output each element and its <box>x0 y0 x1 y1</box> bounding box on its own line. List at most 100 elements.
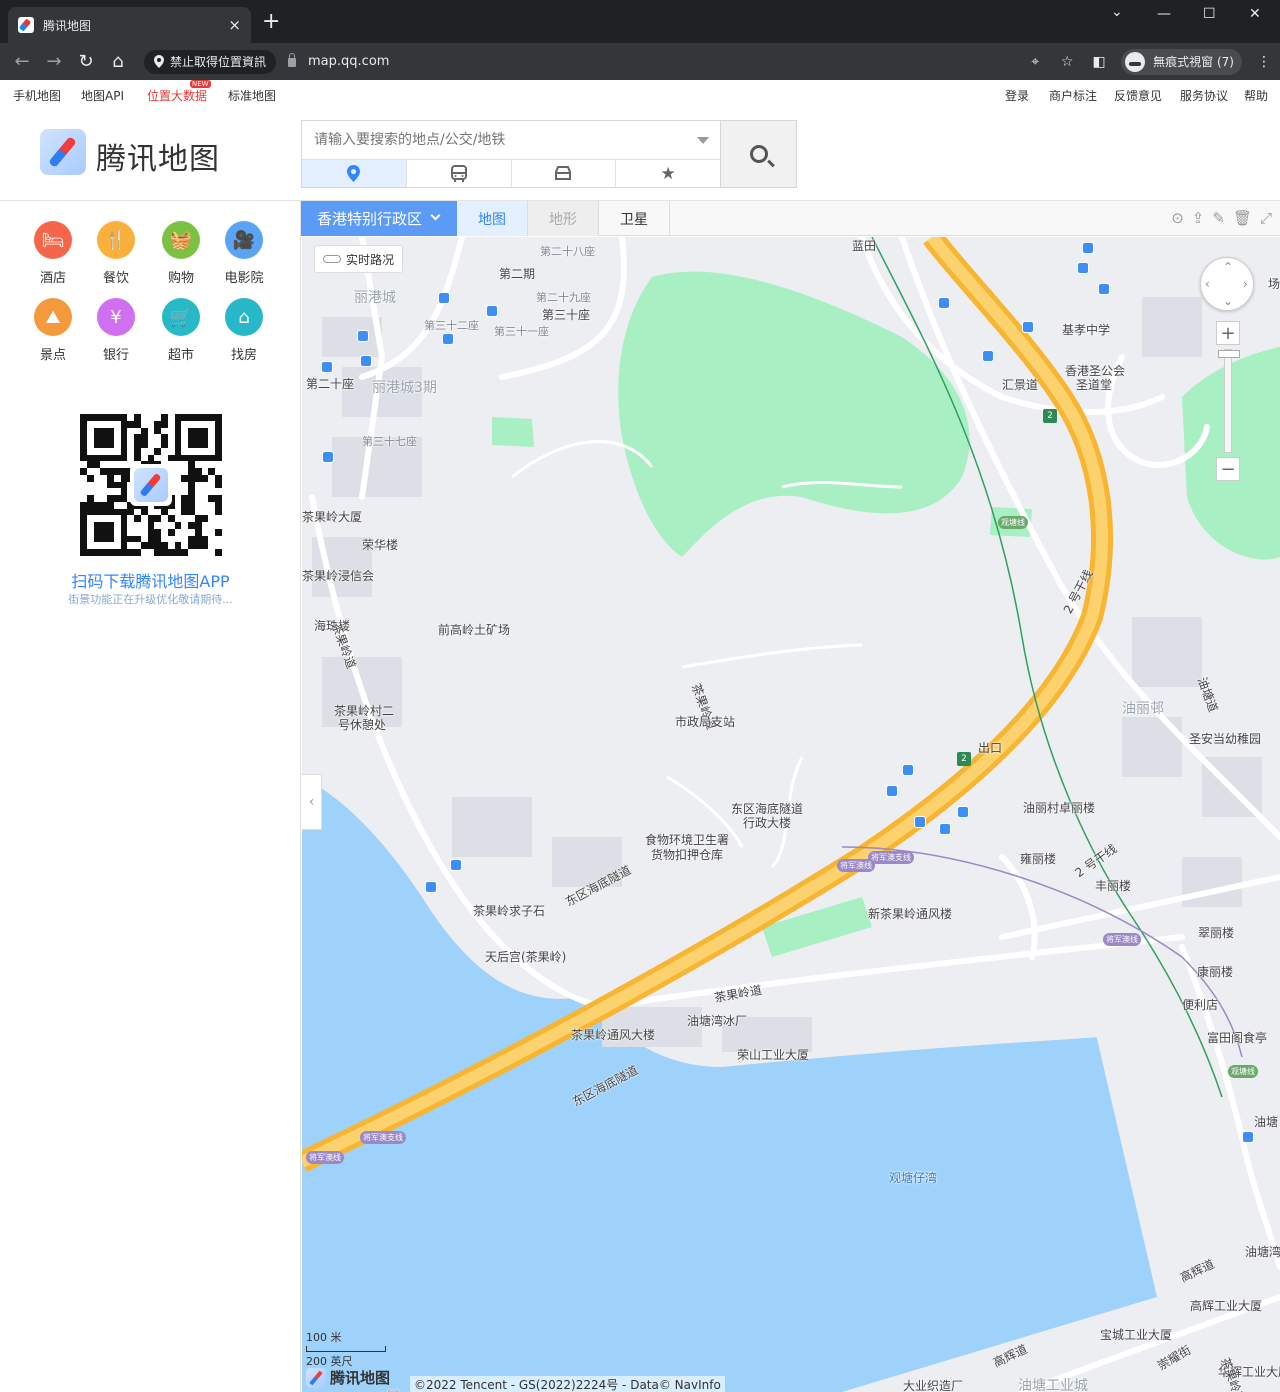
map-label[interactable]: 蓝田 <box>852 237 876 254</box>
tab-place[interactable] <box>302 160 407 187</box>
map-label[interactable]: 便利店 <box>1182 996 1218 1013</box>
bus-stop-icon[interactable] <box>450 859 462 871</box>
link-standard-map[interactable]: 标准地图 <box>228 87 276 104</box>
search-input[interactable] <box>302 121 720 159</box>
maximize-button[interactable]: ☐ <box>1203 6 1216 22</box>
minimize-button[interactable]: — <box>1157 6 1171 22</box>
metro-line-label[interactable]: 观塘线 <box>998 516 1028 529</box>
bus-stop-icon[interactable] <box>321 361 333 373</box>
new-tab-button[interactable]: + <box>262 11 280 33</box>
map-label[interactable]: 汇景道 <box>1002 376 1038 393</box>
map-label[interactable]: 油塘湾 <box>1245 1243 1280 1260</box>
map-label[interactable]: 第三十七座 <box>362 433 417 449</box>
bus-stop-icon[interactable] <box>982 350 994 362</box>
tab-satellite[interactable]: 卫星 <box>599 201 670 236</box>
map-label[interactable]: 第二十座 <box>306 375 354 392</box>
trash-icon[interactable]: 🗑 <box>1233 209 1252 227</box>
category-bed[interactable]: 🛏 酒店 <box>23 221 83 286</box>
metro-line-label[interactable]: 观塘线 <box>1228 1065 1258 1078</box>
home-icon[interactable]: ⌂ <box>102 51 134 72</box>
zoom-in-button[interactable]: + <box>1216 321 1240 345</box>
metro-line-label[interactable]: 将军澳线 <box>837 859 875 872</box>
map-label[interactable]: 荣山工业大厦 <box>737 1046 809 1063</box>
tab-bus[interactable] <box>407 160 512 187</box>
location-permission-chip[interactable]: 禁止取得位置資訊 <box>144 49 277 74</box>
map-label[interactable]: 高辉工业大厦 <box>1190 1297 1262 1314</box>
map-label[interactable]: 荣华楼 <box>362 536 398 553</box>
link-help[interactable]: 帮助 <box>1244 87 1268 104</box>
map-label[interactable]: 第三十一座 <box>494 323 549 339</box>
map-label[interactable]: 观塘仔湾 <box>889 1169 937 1186</box>
bus-stop-icon[interactable] <box>1082 242 1094 254</box>
map-canvas[interactable]: 实时路况 第二十八座 第二期 第二十九座 第三十座 第三十二座 第三十一座 丽港城 丽港城3期… <box>302 237 1280 1392</box>
map-label[interactable]: 第二十八座 <box>540 243 595 259</box>
bus-stop-icon[interactable] <box>357 330 369 342</box>
map-label[interactable]: 基孝中学 <box>1062 321 1110 338</box>
link-login[interactable]: 登录 <box>1005 87 1029 104</box>
share-icon[interactable]: ⇪ <box>1192 209 1205 227</box>
map-label[interactable]: 行政大楼 <box>743 814 791 831</box>
map-label[interactable]: 丽港城3期 <box>372 377 437 397</box>
realtime-traffic-toggle[interactable]: 实时路况 <box>314 245 404 273</box>
close-tab-icon[interactable]: × <box>228 16 241 34</box>
bus-stop-icon[interactable] <box>957 806 969 818</box>
map-label[interactable]: 场 <box>1268 275 1280 292</box>
bus-stop-icon[interactable] <box>322 451 334 463</box>
back-arrow-icon[interactable]: ← <box>6 51 38 72</box>
map-label[interactable]: 第二十九座 <box>536 289 591 305</box>
link-service-agreement[interactable]: 服务协议 <box>1180 87 1228 104</box>
zoom-search-icon[interactable]: ⊙ <box>1171 209 1184 227</box>
metro-line-label[interactable]: 将军澳线 <box>1103 933 1141 946</box>
map-label[interactable]: 前高岭土矿场 <box>438 621 510 638</box>
map-label[interactable]: 第三十座 <box>542 306 590 323</box>
map-label[interactable]: 油塘湾冰厂 <box>687 1012 747 1029</box>
link-map-api[interactable]: 地图API <box>81 87 124 104</box>
category-cart[interactable]: 🛒 超市 <box>151 298 211 363</box>
map-label[interactable]: 圣安当幼稚园 <box>1189 730 1261 747</box>
bus-stop-icon[interactable] <box>938 297 950 309</box>
browser-tab[interactable]: 腾讯地图 × <box>8 7 251 43</box>
side-panel-icon[interactable]: ◧ <box>1083 54 1115 70</box>
tencent-map-logo-icon[interactable] <box>40 129 86 175</box>
ruler-icon[interactable]: ✎ <box>1212 209 1225 227</box>
tab-favorites[interactable]: ★ <box>616 160 720 187</box>
category-camera[interactable]: 🎥 电影院 <box>214 221 274 286</box>
search-button[interactable] <box>721 120 797 188</box>
map-label[interactable]: 茶果岭浸信会 <box>302 567 374 584</box>
map-label[interactable]: 第三十二座 <box>424 317 479 333</box>
region-selector[interactable]: 香港特别行政区 <box>301 201 457 236</box>
map-label[interactable]: 油丽村卓丽楼 <box>1023 799 1095 816</box>
map-label[interactable]: 号休憩处 <box>338 716 386 733</box>
link-location-bigdata[interactable]: 位置大数据 <box>147 87 207 104</box>
incognito-indicator[interactable]: 無痕式視窗 (7) <box>1121 48 1242 75</box>
map-label[interactable]: 油塘工业城 <box>1018 1375 1088 1392</box>
map-label[interactable]: 翠丽楼 <box>1198 924 1234 941</box>
category-landscape[interactable]: ⛰ 景点 <box>23 298 83 363</box>
map-label[interactable]: 雍丽楼 <box>1020 850 1056 867</box>
search-dropdown-icon[interactable] <box>697 137 709 144</box>
map-label[interactable]: 天后宫(茶果岭) <box>485 948 566 965</box>
map-label[interactable]: 货物扣押仓库 <box>651 846 723 863</box>
metro-line-label[interactable]: 将军澳支线 <box>868 851 914 864</box>
browser-menu-icon[interactable]: ⋮ <box>1248 54 1280 70</box>
bus-stop-icon[interactable] <box>438 292 450 304</box>
tab-search-icon[interactable]: ⌄ <box>1111 4 1123 20</box>
category-basket[interactable]: 🧺 购物 <box>151 221 211 286</box>
map-label[interactable]: 富田阁食亭 <box>1207 1029 1267 1046</box>
bus-stop-icon[interactable] <box>486 305 498 317</box>
category-fork-knife[interactable]: 🍴 餐饮 <box>86 221 146 286</box>
bus-stop-icon[interactable] <box>914 816 926 828</box>
map-label[interactable]: 大业织造厂 <box>903 1377 963 1392</box>
pan-right-icon[interactable]: › <box>1243 277 1248 291</box>
bus-stop-icon[interactable] <box>1242 1131 1254 1143</box>
map-label[interactable]: 新茶果岭通风楼 <box>868 905 952 922</box>
bus-stop-icon[interactable] <box>442 333 454 345</box>
bus-stop-icon[interactable] <box>886 785 898 797</box>
bus-stop-icon[interactable] <box>360 355 372 367</box>
category-house[interactable]: ⌂ 找房 <box>214 298 274 363</box>
bus-stop-icon[interactable] <box>425 881 437 893</box>
collapse-sidebar-button[interactable]: ‹ <box>302 774 322 830</box>
map-label[interactable]: 圣道堂 <box>1076 376 1112 393</box>
link-merchant-mark[interactable]: 商户标注 <box>1049 87 1097 104</box>
tab-terrain[interactable]: 地形 <box>528 201 599 236</box>
